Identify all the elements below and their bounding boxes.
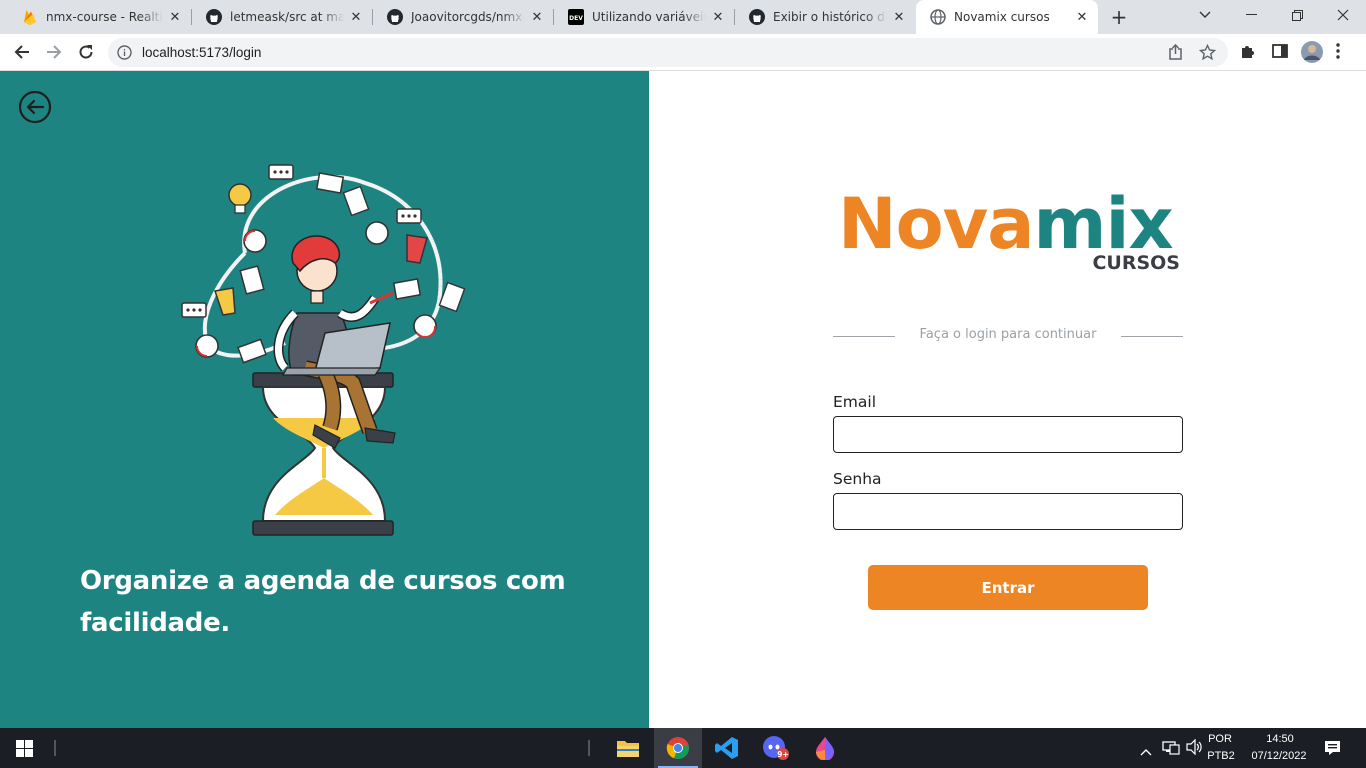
star-bookmark-icon[interactable]: [1198, 43, 1217, 65]
drop-app-icon[interactable]: [801, 728, 849, 768]
logo-wordmark: Novamix: [838, 183, 1174, 265]
tab-title: Utilizando variáveis de: [592, 10, 706, 24]
close-icon[interactable]: ✕: [529, 9, 545, 25]
logo-nova: Nova: [838, 183, 1035, 265]
close-window-button[interactable]: [1320, 0, 1366, 30]
restore-button[interactable]: [1274, 0, 1320, 30]
tab-github-nmx[interactable]: Joaovitorcgds/nmx-co ✕: [373, 0, 553, 34]
tab-title: Joaovitorcgds/nmx-co: [411, 10, 525, 24]
chrome-taskbar-icon[interactable]: [654, 728, 702, 768]
chevron-up-icon[interactable]: [1140, 741, 1152, 760]
close-icon[interactable]: ✕: [891, 9, 907, 25]
network-icon[interactable]: [1162, 739, 1180, 759]
windows-taskbar: 9+ POR PTB2 14:50 07/12/2022: [0, 728, 1366, 768]
clock-time[interactable]: 14:50: [1248, 733, 1312, 745]
hero-tagline: Organize a agenda de cursos com facilida…: [80, 566, 566, 638]
file-explorer-icon[interactable]: [604, 728, 652, 768]
password-label: Senha: [833, 470, 882, 488]
password-field[interactable]: [833, 493, 1183, 530]
forward-nav-button[interactable]: [40, 38, 68, 66]
notification-center-icon[interactable]: [1324, 740, 1341, 760]
novamix-logo: Novamix CURSOS: [838, 186, 1183, 280]
discord-icon[interactable]: 9+: [752, 728, 800, 768]
volume-icon[interactable]: [1186, 738, 1204, 759]
menu-dots-icon[interactable]: [1336, 43, 1340, 63]
tab-github-history[interactable]: Exibir o histórico de in ✕: [735, 0, 915, 34]
dev-icon: DEV: [568, 9, 584, 25]
divider-line-right: [1121, 336, 1183, 337]
github-icon: [749, 9, 765, 25]
close-icon[interactable]: ✕: [710, 9, 726, 25]
keyboard-layout[interactable]: PTB2: [1206, 750, 1236, 762]
login-panel: [649, 71, 1366, 728]
github-icon: [387, 9, 403, 25]
windows-start-icon[interactable]: [0, 728, 48, 768]
tab-title: Exibir o histórico de in: [773, 10, 887, 24]
close-icon[interactable]: ✕: [348, 9, 364, 25]
address-bar[interactable]: localhost:5173/login: [108, 38, 1228, 67]
hero-panel: Organize a agenda de cursos com facilida…: [0, 71, 649, 728]
globe-icon: [930, 9, 946, 25]
tab-title: letmeask/src at main ·: [230, 10, 344, 24]
side-panel-icon[interactable]: [1272, 43, 1288, 63]
tab-title: Novamix cursos: [954, 10, 1050, 24]
svg-text:DEV: DEV: [569, 15, 583, 22]
input-language[interactable]: POR: [1206, 733, 1234, 745]
tab-strip: nmx-course - Realtime ✕ letmeask/src at …: [0, 0, 1366, 34]
login-divider: Faça o login para continuar: [833, 327, 1183, 347]
profile-avatar[interactable]: [1301, 41, 1323, 67]
close-icon[interactable]: ✕: [1074, 9, 1090, 25]
hourglass-illustration: [181, 164, 466, 536]
share-icon[interactable]: [1167, 43, 1184, 65]
notification-badge: 9+: [777, 750, 789, 759]
login-hint-text: Faça o login para continuar: [919, 327, 1097, 342]
reload-button[interactable]: [72, 38, 100, 66]
info-icon[interactable]: [117, 45, 132, 64]
clock-date[interactable]: 07/12/2022: [1246, 750, 1312, 762]
minimize-button[interactable]: [1228, 0, 1274, 30]
browser-toolbar: localhost:5173/login: [0, 34, 1366, 71]
login-submit-button[interactable]: Entrar: [868, 565, 1148, 610]
email-label: Email: [833, 393, 877, 411]
close-icon[interactable]: ✕: [167, 9, 183, 25]
vscode-icon[interactable]: [703, 728, 751, 768]
tab-dev[interactable]: DEV Utilizando variáveis de ✕: [554, 0, 734, 34]
extensions-puzzle-icon[interactable]: [1239, 43, 1257, 65]
tab-firebase[interactable]: nmx-course - Realtime ✕: [8, 0, 191, 34]
logo-subtitle: CURSOS: [1092, 252, 1180, 274]
email-field[interactable]: [833, 416, 1183, 453]
tab-github-letmeask[interactable]: letmeask/src at main · ✕: [192, 0, 372, 34]
back-nav-button[interactable]: [8, 38, 36, 66]
taskbar-divider: [588, 740, 590, 756]
tab-novamix-active[interactable]: Novamix cursos ✕: [916, 0, 1098, 34]
url-text: localhost:5173/login: [142, 45, 262, 60]
taskbar-divider: [54, 740, 56, 756]
firebase-icon: [22, 9, 38, 25]
tab-title: nmx-course - Realtime: [46, 10, 163, 24]
tab-search-button[interactable]: [1182, 0, 1228, 30]
github-icon: [206, 9, 222, 25]
back-arrow-icon[interactable]: [18, 90, 52, 124]
new-tab-button[interactable]: +: [1106, 5, 1132, 29]
